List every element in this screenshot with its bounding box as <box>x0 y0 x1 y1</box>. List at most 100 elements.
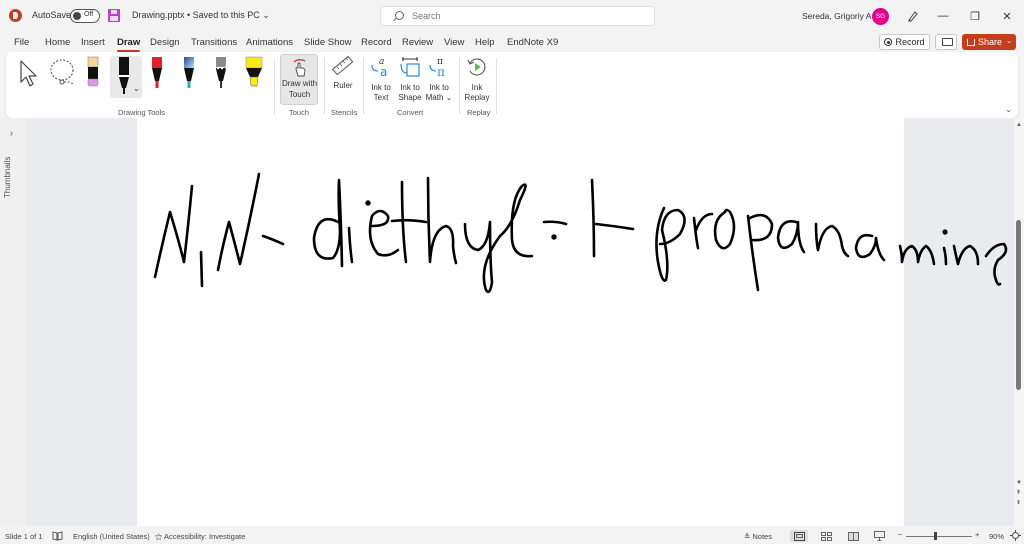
vertical-scrollbar[interactable]: ▲ ▼ ⇞ ⇟ <box>1014 118 1024 526</box>
scrollbar-thumb[interactable] <box>1016 220 1021 390</box>
previous-slide-icon[interactable]: ⇞ <box>1016 490 1021 496</box>
tab-draw[interactable]: Draw <box>117 37 141 52</box>
zoom-slider[interactable] <box>906 536 972 537</box>
ink-to-math-button[interactable]: π π Ink to Math ⌄ <box>424 55 454 104</box>
tab-animations[interactable]: Animations <box>246 37 293 48</box>
notes-button[interactable]: ≙ Notes <box>744 532 772 541</box>
tab-view[interactable]: View <box>444 37 464 48</box>
zoom-in-button[interactable]: + <box>975 530 979 539</box>
label-line: Math ⌄ <box>425 93 453 102</box>
highlighter-yellow-icon[interactable] <box>244 56 264 90</box>
label-line: Ink <box>471 82 483 92</box>
tab-design[interactable]: Design <box>150 37 180 48</box>
document-title[interactable]: Drawing.pptx • Saved to this PC ⌄ <box>132 10 270 21</box>
search-input[interactable]: Search <box>380 6 655 26</box>
select-tool-icon[interactable] <box>18 58 40 88</box>
slide-sorter-button[interactable] <box>817 530 835 542</box>
draw-with-touch-label: Draw with Touch <box>281 79 318 100</box>
slide-canvas[interactable] <box>26 118 1014 526</box>
svg-text:π: π <box>437 65 445 79</box>
tab-record[interactable]: Record <box>361 37 392 48</box>
tab-help[interactable]: Help <box>475 37 495 48</box>
ribbon: ⌄ Drawing Tools Draw with Touch Touch Ru… <box>6 52 1018 118</box>
label-line: Shape <box>398 93 422 102</box>
tab-endnote[interactable]: EndNote X9 <box>507 37 558 48</box>
share-icon <box>967 38 975 46</box>
ribbon-tabs: File Home Insert Draw Design Transitions… <box>0 32 1024 52</box>
tab-file[interactable]: File <box>14 37 29 48</box>
pen-red-icon[interactable] <box>150 56 164 90</box>
scroll-up-icon[interactable]: ▲ <box>1016 122 1022 128</box>
notes-label: Notes <box>752 532 772 541</box>
restore-button[interactable]: ❐ <box>960 6 990 26</box>
label-line: Draw with <box>281 79 318 88</box>
slide-show-button[interactable] <box>870 530 888 542</box>
group-label-convert: Convert <box>397 108 424 117</box>
draw-with-touch-button[interactable]: Draw with Touch <box>280 54 318 105</box>
scroll-down-icon[interactable]: ▼ <box>1016 480 1022 486</box>
language-indicator[interactable]: English (United States) <box>73 532 150 541</box>
pen-black-slot[interactable]: ⌄ <box>110 56 142 98</box>
label-line: Ink to <box>429 82 449 92</box>
minimize-button[interactable]: — <box>928 6 958 26</box>
ink-to-text-icon: a a <box>371 57 387 79</box>
group-divider <box>363 58 364 114</box>
accessibility-status[interactable]: ⚝ Accessibility: Investigate <box>155 532 245 542</box>
share-chevron-icon[interactable]: ⌄ <box>1006 37 1012 45</box>
avatar[interactable]: SG <box>872 8 889 25</box>
close-button[interactable]: ✕ <box>992 6 1022 26</box>
tab-review[interactable]: Review <box>402 37 433 48</box>
chevron-down-icon: ⌄ <box>262 10 270 20</box>
autosave-toggle[interactable]: Off <box>70 9 100 23</box>
normal-view-button[interactable] <box>790 530 808 542</box>
pen-black-icon <box>119 57 129 94</box>
slide-show-icon <box>873 531 885 541</box>
autosave-label: AutoSave <box>32 10 72 20</box>
ink-to-math-icon: π π <box>429 57 445 79</box>
eraser-icon[interactable] <box>86 56 100 88</box>
reading-view-button[interactable] <box>844 530 862 542</box>
search-icon <box>395 11 404 20</box>
slide[interactable] <box>137 118 904 526</box>
pen-options-chevron-icon[interactable]: ⌄ <box>133 84 140 93</box>
slide-counter: Slide 1 of 1 <box>5 532 43 541</box>
record-button[interactable]: Record <box>879 34 930 50</box>
comments-button[interactable] <box>935 34 957 50</box>
thumbnails-pane[interactable]: › Thumbnails <box>0 118 26 526</box>
label-line: Ink to <box>371 82 391 92</box>
reading-view-icon <box>847 531 859 541</box>
spelling-check-icon[interactable] <box>52 531 63 541</box>
group-divider <box>459 58 460 114</box>
fit-slide-icon[interactable] <box>1010 530 1021 541</box>
draw-with-touch-icon <box>293 59 306 77</box>
group-label-drawing-tools: Drawing Tools <box>118 108 165 117</box>
pen-galaxy-icon[interactable] <box>182 56 196 90</box>
collapse-ribbon-chevron-icon[interactable]: ⌄ <box>1005 105 1012 114</box>
ink-to-text-button[interactable]: a a Ink to Text <box>368 55 394 104</box>
tab-home[interactable]: Home <box>45 37 70 48</box>
document-title-text: Drawing.pptx • Saved to this PC <box>132 10 260 20</box>
ink-to-shape-icon <box>400 57 420 77</box>
group-label-replay: Replay <box>467 108 491 117</box>
ink-replay-button[interactable]: Ink Replay <box>462 55 492 104</box>
tab-insert[interactable]: Insert <box>81 37 105 48</box>
share-button[interactable]: Share ⌄ <box>962 34 1016 50</box>
accessibility-label: Accessibility: Investigate <box>163 532 246 541</box>
zoom-level[interactable]: 90% <box>989 532 1004 541</box>
tab-slide-show[interactable]: Slide Show <box>304 37 352 48</box>
lasso-select-icon[interactable] <box>48 58 80 88</box>
zoom-out-button[interactable]: − <box>898 530 902 539</box>
label-line: Text <box>373 93 389 102</box>
zoom-slider-thumb[interactable] <box>934 532 937 540</box>
tab-transitions[interactable]: Transitions <box>191 37 237 48</box>
user-name[interactable]: Sereda, Grigoriy A <box>802 11 871 21</box>
pen-designer-icon[interactable] <box>906 9 920 23</box>
ruler-button[interactable]: Ruler <box>329 55 357 95</box>
save-icon[interactable] <box>108 9 120 22</box>
pencil-gray-icon[interactable] <box>214 56 228 90</box>
next-slide-icon[interactable]: ⇟ <box>1016 500 1021 506</box>
label-line: Ink to <box>400 82 420 92</box>
group-divider <box>274 58 275 114</box>
ink-to-shape-button[interactable]: Ink to Shape <box>396 55 424 104</box>
expand-thumbnails-chevron-icon[interactable]: › <box>10 128 13 138</box>
